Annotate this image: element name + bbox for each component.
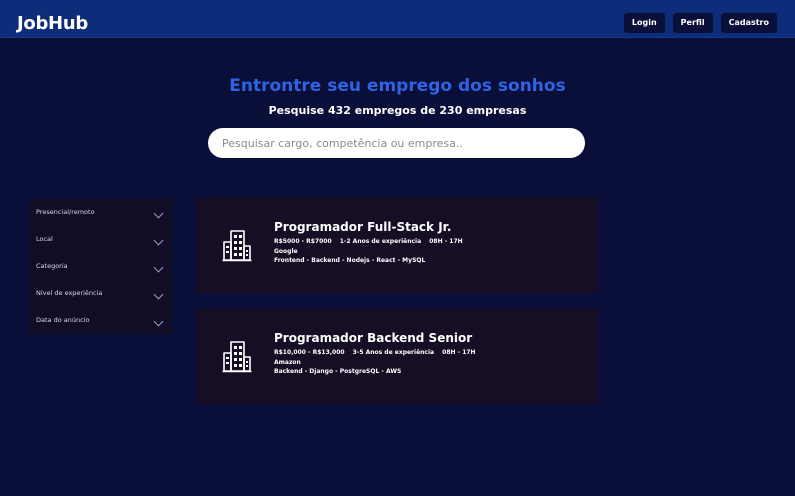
signup-button[interactable]: Cadastro bbox=[720, 13, 777, 33]
chevron-down-icon bbox=[153, 208, 164, 219]
job-company: Google bbox=[274, 247, 298, 255]
filter-label: Data do anúncio bbox=[36, 315, 90, 324]
chevron-down-icon bbox=[153, 235, 164, 246]
job-card[interactable]: Programador Full-Stack Jr. R$5000 - R$70… bbox=[196, 198, 598, 293]
top-bar: JobHub Login Perfil Cadastro bbox=[0, 0, 795, 38]
job-hours: 08H - 17H bbox=[429, 238, 463, 245]
job-meta: R$5000 - R$7000 1-2 Anos de experiência … bbox=[274, 237, 469, 247]
job-company: Amazon bbox=[274, 358, 301, 366]
job-hours: 08H - 17H bbox=[442, 349, 476, 356]
filter-categoria[interactable]: Categoria bbox=[28, 252, 172, 279]
hero-subtitle: Pesquise 432 empregos de 230 empresas bbox=[268, 104, 527, 117]
logo[interactable]: JobHub bbox=[17, 13, 88, 34]
profile-button[interactable]: Perfil bbox=[672, 13, 713, 33]
filter-label: Nível de experiência bbox=[36, 288, 103, 297]
search-input[interactable] bbox=[208, 128, 585, 158]
filter-label: Local bbox=[36, 234, 53, 243]
filter-panel: Presencial/remoto Local Categoria Nível … bbox=[28, 198, 172, 334]
nav-menu: Login Perfil Cadastro bbox=[623, 13, 777, 33]
filter-label: Categoria bbox=[36, 261, 68, 270]
job-title[interactable]: Programador Full-Stack Jr. bbox=[274, 220, 469, 234]
chevron-down-icon bbox=[153, 289, 164, 300]
job-title[interactable]: Programador Backend Senior bbox=[274, 331, 482, 345]
job-tags: Backend - Django - PostgreSQL - AWS bbox=[274, 368, 402, 375]
job-meta: R$10,000 - R$13,000 3-5 Anos de experiên… bbox=[274, 348, 482, 358]
job-info: Programador Backend Senior R$10,000 - R$… bbox=[274, 331, 482, 377]
login-button[interactable]: Login bbox=[623, 13, 665, 33]
job-salary: R$10,000 - R$13,000 bbox=[274, 349, 345, 356]
job-experience: 1-2 Anos de experiência bbox=[339, 238, 422, 245]
hero-title: Entrontre seu emprego dos sonhos bbox=[229, 76, 566, 96]
building-icon bbox=[222, 230, 252, 262]
chevron-down-icon bbox=[153, 262, 164, 273]
filter-local[interactable]: Local bbox=[28, 225, 172, 252]
filter-data-anuncio[interactable]: Data do anúncio bbox=[28, 306, 172, 333]
job-salary: R$5000 - R$7000 bbox=[274, 238, 332, 245]
filter-presencial-remoto[interactable]: Presencial/remoto bbox=[28, 198, 172, 225]
job-tags: Frontend - Backend - Nodejs - React - My… bbox=[274, 257, 426, 264]
job-experience: 3-5 Anos de experiência bbox=[352, 349, 435, 356]
building-icon bbox=[222, 341, 252, 373]
filter-nivel-experiencia[interactable]: Nível de experiência bbox=[28, 279, 172, 306]
filter-label: Presencial/remoto bbox=[36, 207, 95, 216]
job-info: Programador Full-Stack Jr. R$5000 - R$70… bbox=[274, 220, 469, 266]
job-card[interactable]: Programador Backend Senior R$10,000 - R$… bbox=[196, 309, 598, 404]
chevron-down-icon bbox=[153, 316, 164, 327]
